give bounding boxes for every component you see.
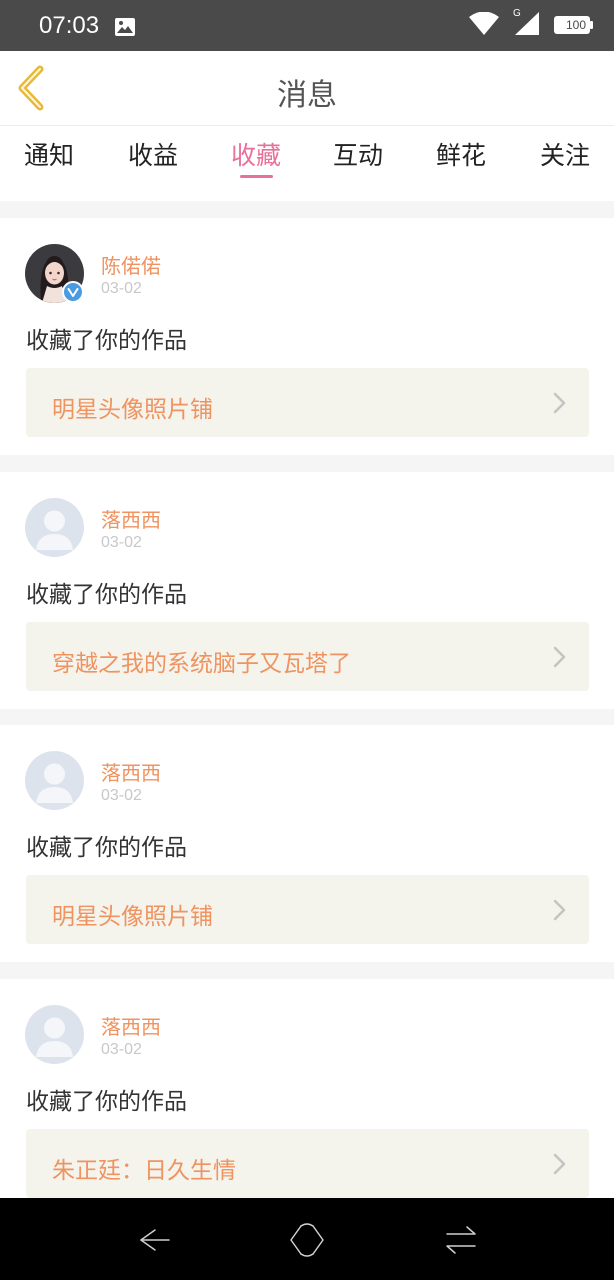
work-link[interactable]: 明星头像照片铺: [26, 875, 589, 944]
divider: [0, 201, 614, 218]
work-title: 穿越之我的系统脑子又瓦塔了: [52, 651, 351, 677]
system-nav-bar: [0, 1198, 614, 1280]
status-bar: 07:03 G 100: [0, 0, 614, 51]
message-card: 落西西 03-02 收藏了你的作品 朱正廷：日久生情: [0, 979, 614, 1216]
avatar[interactable]: [25, 498, 84, 557]
tab-earnings[interactable]: 收益: [113, 136, 193, 172]
action-text: 收藏了你的作品: [26, 582, 187, 608]
chevron-right-icon: [553, 646, 566, 668]
tab-follows[interactable]: 关注: [525, 136, 605, 172]
work-title: 明星头像照片铺: [52, 397, 213, 423]
divider: [0, 455, 614, 472]
tab-notifications[interactable]: 通知: [9, 136, 89, 172]
active-tab-indicator: [240, 175, 273, 178]
battery-level: 100: [566, 18, 587, 32]
switch-apps-icon[interactable]: [441, 1220, 481, 1260]
chevron-right-icon: [553, 392, 566, 414]
user-name[interactable]: 落西西: [101, 504, 161, 533]
message-card: 落西西 03-02 收藏了你的作品 穿越之我的系统脑子又瓦塔了: [0, 472, 614, 709]
avatar[interactable]: [25, 751, 84, 810]
work-title: 明星头像照片铺: [52, 904, 213, 930]
tab-interactions[interactable]: 互动: [318, 136, 398, 172]
default-avatar-icon: [25, 498, 84, 557]
back-arrow-icon[interactable]: [133, 1220, 173, 1260]
work-title: 朱正廷：日久生情: [52, 1158, 236, 1184]
message-date: 03-02: [101, 534, 142, 551]
user-name[interactable]: 落西西: [101, 1011, 161, 1040]
action-text: 收藏了你的作品: [26, 1089, 187, 1115]
work-link[interactable]: 明星头像照片铺: [26, 368, 589, 437]
work-link[interactable]: 朱正廷：日久生情: [26, 1129, 589, 1198]
tab-favorites[interactable]: 收藏: [216, 136, 296, 172]
page-title: 消息: [277, 78, 337, 113]
work-link[interactable]: 穿越之我的系统脑子又瓦塔了: [26, 622, 589, 691]
signal-icon: [515, 12, 539, 35]
status-time: 07:03: [39, 12, 100, 39]
default-avatar-icon: [25, 751, 84, 810]
tab-flowers[interactable]: 鲜花: [421, 136, 501, 172]
header-bar: 消息: [0, 51, 614, 126]
divider: [0, 962, 614, 979]
tab-bar: 通知 收益 收藏 互动 鲜花 关注: [0, 127, 614, 201]
message-date: 03-02: [101, 787, 142, 804]
message-card: 落西西 03-02 收藏了你的作品 明星头像照片铺: [0, 725, 614, 962]
user-name[interactable]: 陈偌偌: [101, 250, 161, 279]
message-date: 03-02: [101, 1041, 142, 1058]
chevron-right-icon: [553, 899, 566, 921]
home-icon[interactable]: [287, 1220, 327, 1260]
action-text: 收藏了你的作品: [26, 835, 187, 861]
message-card: 陈偌偌 03-02 收藏了你的作品 明星头像照片铺: [0, 218, 614, 455]
verified-badge-icon: [62, 281, 84, 303]
wifi-icon: [469, 12, 499, 35]
action-text: 收藏了你的作品: [26, 328, 187, 354]
avatar[interactable]: [25, 1005, 84, 1064]
default-avatar-icon: [25, 1005, 84, 1064]
message-date: 03-02: [101, 280, 142, 297]
user-name[interactable]: 落西西: [101, 757, 161, 786]
divider: [0, 708, 614, 725]
image-icon: [115, 18, 135, 36]
chevron-right-icon: [553, 1153, 566, 1175]
